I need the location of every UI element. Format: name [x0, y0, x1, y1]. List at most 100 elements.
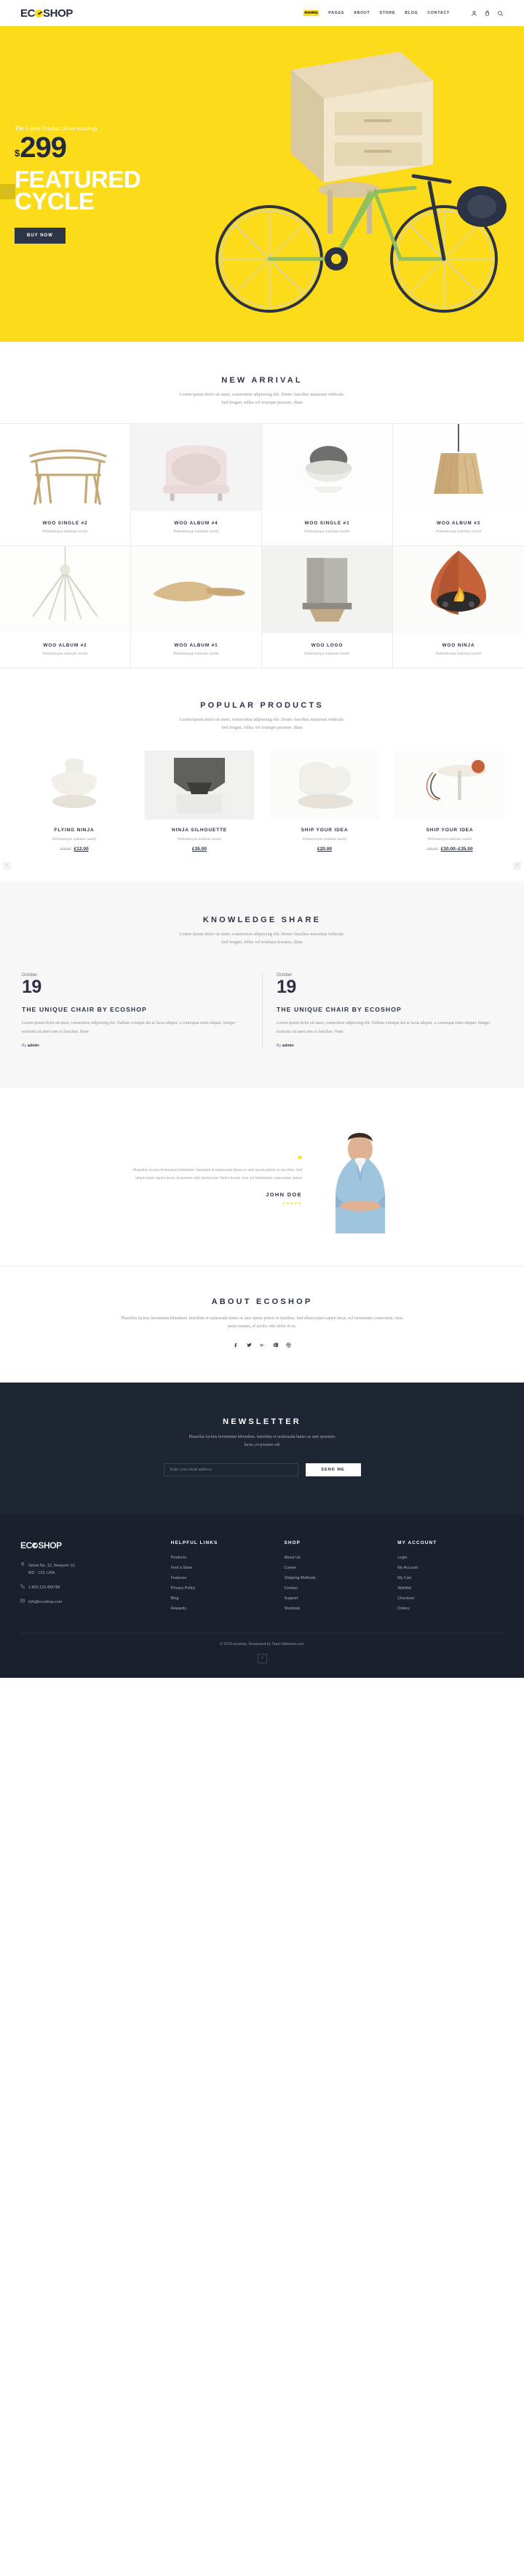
product-card[interactable]: WOO ALBUM #2 Pellentesque habitant morbi — [0, 545, 131, 668]
carousel-item-price: £35.00 — [141, 847, 258, 852]
popular-header: POPULAR PRODUCTS Lorem ipsum dolor sit a… — [0, 701, 524, 732]
new-arrival-section: NEW ARRIVAL Lorem ipsum dolor sit amet, … — [0, 342, 524, 423]
product-card[interactable]: WOO LOGO Pellentesque habitant morbi — [262, 545, 393, 668]
product-card[interactable]: WOO NINJA Pellentesque habitant morbi — [393, 545, 524, 668]
about-title: ABOUT ECOSHOP — [211, 1297, 313, 1306]
product-thumbnail — [393, 423, 524, 511]
footer-logo[interactable]: EC SHOP — [20, 1540, 164, 1551]
footer-link[interactable]: Career — [285, 1566, 391, 1570]
carousel-item[interactable]: NINJA SILHOUETTE Pellentesque habitant m… — [141, 751, 258, 852]
cart-icon[interactable] — [484, 9, 491, 17]
carousel-meta: SHIP YOUR IDEA Pellentesque habitant mor… — [266, 820, 383, 852]
footer-link[interactable]: Wishlist — [397, 1586, 504, 1591]
footer-link[interactable]: Find a Store — [171, 1566, 277, 1570]
facebook-icon[interactable] — [234, 1343, 239, 1349]
product-desc: Pellentesque habitant morbi — [435, 529, 482, 534]
buy-now-button[interactable]: BUY NOW — [15, 227, 66, 244]
carousel-item-name: SHIP YOUR IDEA — [301, 828, 349, 833]
footer-heading: HELPFUL LINKS — [170, 1540, 218, 1545]
hero-prev-arrow[interactable]: ‹ — [0, 184, 15, 199]
product-card[interactable]: WOO SINGLE #1 Pellentesque habitant morb… — [262, 423, 393, 546]
carousel-item[interactable]: SHIP YOUR IDEA Pellentesque habitant mor… — [392, 751, 508, 852]
blog-post-title[interactable]: THE UNIQUE CHAIR BY ECOSHOP — [22, 1006, 247, 1013]
newsletter-submit-button[interactable]: SEND ME — [305, 1463, 361, 1476]
hero-title-line2: CYCLE — [15, 188, 95, 215]
nav-item-home[interactable]: HOME — [303, 10, 319, 16]
carousel-prev-arrow[interactable]: ‹ — [3, 861, 11, 870]
footer-link[interactable]: Products — [171, 1556, 277, 1560]
location-pin-icon — [20, 1562, 25, 1570]
footer-link[interactable]: Stockists — [285, 1607, 391, 1611]
carousel-thumbnail — [141, 751, 258, 820]
nav-item-pages[interactable]: PAGES — [328, 11, 344, 15]
footer-link[interactable]: Blog — [171, 1596, 277, 1601]
carousel-next-arrow[interactable]: › — [513, 861, 521, 870]
product-name: WOO SINGLE #2 — [42, 520, 88, 526]
search-icon[interactable] — [497, 10, 504, 17]
product-card[interactable]: WOO SINGLE #2 Pellentesque habitant morb… — [0, 423, 131, 546]
nav-item-blog[interactable]: BLOG — [405, 11, 418, 15]
newsletter-email-input[interactable] — [163, 1463, 298, 1476]
chair-image — [0, 424, 130, 511]
popular-products-section: POPULAR PRODUCTS Lorem ipsum dolor sit a… — [0, 668, 524, 881]
new-arrival-product-grid: WOO SINGLE #2 Pellentesque habitant morb… — [0, 423, 524, 668]
product-card[interactable]: WOO ALBUM #1 Pellentesque habitant morbi — [131, 545, 262, 668]
carousel-item-price: £15.00 £12.00 — [16, 847, 132, 852]
hero-title: FEATURED CYCLE — [15, 167, 255, 215]
footer-link[interactable]: Contact — [285, 1586, 391, 1591]
blog-post-title[interactable]: THE UNIQUE CHAIR BY ECOSHOP — [277, 1006, 502, 1013]
google-plus-icon[interactable] — [259, 1343, 265, 1349]
footer-email[interactable]: info@ecoshop.com — [20, 1599, 164, 1607]
newsletter-form: SEND ME — [0, 1463, 524, 1476]
footer-address-line2: MD - 123, USA. — [28, 1571, 56, 1576]
footer-link[interactable]: My Account — [397, 1566, 504, 1570]
carousel-meta: NINJA SILHOUETTE Pellentesque habitant m… — [141, 820, 258, 852]
main-navigation: HOME PAGES ABOUT STORE BLOG CONTACT — [303, 9, 504, 17]
footer-link[interactable]: Features — [171, 1576, 277, 1580]
footer-phone[interactable]: 1.800.123.456789 — [20, 1584, 164, 1592]
product-name: WOO LOGO — [311, 642, 344, 648]
nav-item-store[interactable]: STORE — [379, 11, 395, 15]
footer-link[interactable]: Login — [397, 1556, 504, 1560]
carousel-item-name: FLYING NINJA — [54, 828, 95, 833]
newsletter-section: NEWSLETTER Phasellus lacinia fermentum b… — [0, 1383, 524, 1514]
footer-link[interactable]: Shipping Methods — [285, 1576, 391, 1580]
dribbble-icon[interactable] — [285, 1343, 291, 1349]
product-name: WOO ALBUM #4 — [174, 520, 218, 526]
ship-your-idea-image-1 — [270, 751, 379, 820]
footer-link[interactable]: Privacy Policy — [171, 1586, 277, 1591]
footer-link[interactable]: Rewards — [171, 1607, 277, 1611]
carousel-item-price: £36.00 £30.00–£35.00 — [392, 847, 508, 852]
flying-ninja-image — [20, 751, 129, 820]
about-text: Phasellus lacinia fermentum bibendum. In… — [121, 1316, 403, 1329]
product-card[interactable]: WOO ALBUM #3 Pellentesque habitant morbi — [393, 423, 524, 546]
footer-link[interactable]: Support — [285, 1596, 391, 1601]
footer-link[interactable]: About Us — [285, 1556, 391, 1560]
nav-item-contact[interactable]: CONTACT — [427, 11, 450, 15]
carousel-item[interactable]: FLYING NINJA Pellentesque habitant morbi… — [16, 751, 132, 852]
carousel-item[interactable]: SHIP YOUR IDEA Pellentesque habitant mor… — [266, 751, 383, 852]
about-section: ABOUT ECOSHOP Phasellus lacinia fermentu… — [0, 1265, 524, 1383]
back-to-top-button[interactable]: ↑ — [257, 1653, 267, 1663]
footer-address-line1: Street No. 12, Newyork 12, — [28, 1563, 76, 1568]
blog-post-byline: By admin — [22, 1044, 247, 1048]
site-logo[interactable]: EC SHOP — [20, 7, 73, 20]
footer-link[interactable]: Checkout — [397, 1596, 504, 1601]
footer-link[interactable]: My Cart — [397, 1576, 504, 1580]
product-card[interactable]: WOO ALBUM #4 Pellentesque habitant morbi — [131, 423, 262, 546]
twitter-icon[interactable] — [246, 1343, 252, 1349]
hero-price-currency: $ — [15, 148, 20, 159]
pinterest-icon[interactable] — [273, 1343, 279, 1349]
blog-post[interactable]: October 19 THE UNIQUE CHAIR BY ECOSHOP L… — [22, 973, 247, 1047]
product-thumbnail — [131, 546, 261, 633]
footer-link[interactable]: Orders — [397, 1607, 504, 1611]
nav-item-about[interactable]: ABOUT — [354, 11, 370, 15]
footer-heading: SHOP — [284, 1540, 301, 1545]
quote-mark-icon: ❝ — [297, 1153, 302, 1164]
product-thumbnail — [262, 424, 392, 511]
blog-post[interactable]: October 19 THE UNIQUE CHAIR BY ECOSHOP L… — [262, 973, 502, 1048]
newsletter-text-line1: Phasellus lacinia fermentum bibendum. In… — [188, 1435, 336, 1440]
product-meta: WOO ALBUM #2 Pellentesque habitant morbi — [0, 633, 130, 668]
user-icon[interactable] — [471, 10, 477, 17]
carousel-item-name: SHIP YOUR IDEA — [426, 828, 474, 833]
